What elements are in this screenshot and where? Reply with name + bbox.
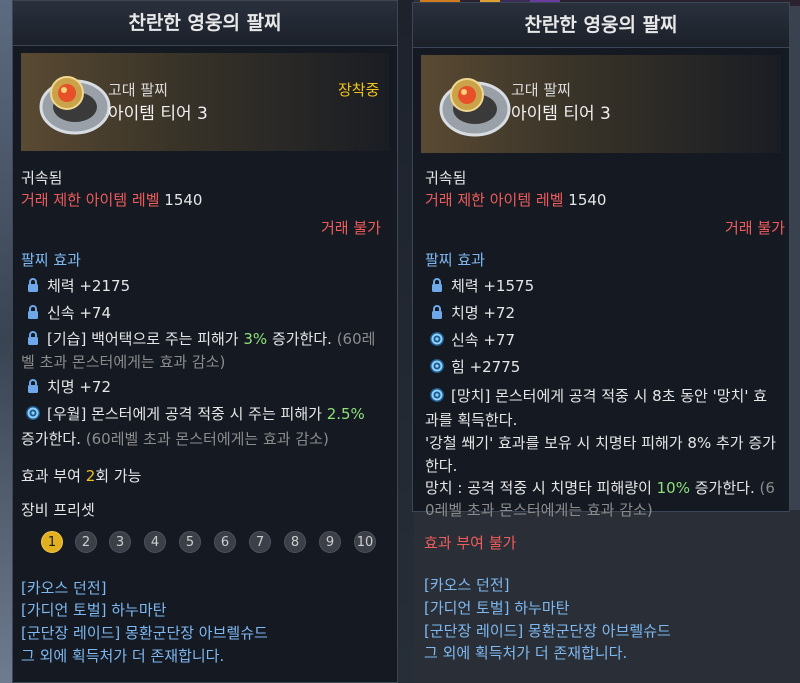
trade-level-label: 거래 제한 아이템 레벨 [21,191,160,209]
source-legion-raid[interactable]: [군단장 레이드] 몽환군단장 아브렐슈드 [21,622,268,643]
refresh-icon [429,331,445,347]
effect-strength: 힘 +2775 [451,358,521,376]
lock-icon [429,277,445,293]
preset-button-4[interactable]: 4 [144,531,166,553]
effect-swiftness: 신속 +74 [47,304,112,322]
preset-button-2[interactable]: 2 [75,531,97,553]
tooltip-left: 찬란한 영웅의 팔찌 고대 팔찌 아이템 티어 3 장착중 귀속됨 거래 제한 … [12,0,398,683]
bracelet-icon [431,59,519,147]
effects-header: 팔찌 효과 [425,251,485,269]
preset-button-10[interactable]: 10 [354,531,376,553]
effect-crit: 치명 +72 [47,378,112,396]
preset-button-1[interactable]: 1 [41,531,63,553]
background-left [0,0,12,683]
trade-level-label: 거래 제한 아이템 레벨 [425,191,564,209]
bound-label: 귀속됨 [21,169,63,187]
bracelet-icon [31,57,119,145]
source-more: 그 외에 획득처가 더 존재합니다. [424,644,628,662]
effect-hammer-line6: 0레벨 초과 몬스터에게는 효과 감소) [425,501,653,519]
preset-button-3[interactable]: 3 [109,531,131,553]
preset-button-7[interactable]: 7 [249,531,271,553]
effect-grant-unavailable: 효과 부여 불가 [424,534,517,552]
lock-icon [429,304,445,320]
item-tier: 아이템 티어 3 [108,104,208,124]
refresh-icon [429,387,445,403]
effect-hammer-line3: '강철 쐐기' 효과를 보유 시 치명타 피해가 8% 추가 증가 [425,434,776,452]
effect-grant-count: 효과 부여 2회 가능 [21,467,142,485]
effects-header: 팔찌 효과 [21,251,81,269]
item-grade: 고대 팔찌 [108,81,168,99]
effect-hammer-line2: 과를 획득한다. [425,411,518,429]
item-title: 찬란한 영웅의 팔찌 [13,1,397,46]
lock-icon [25,277,41,293]
effect-superiority-line1: [우월] 몬스터에게 공격 적중 시 주는 피해가 2.5% [47,405,365,423]
effect-hammer-line1: [망치] 몬스터에게 공격 적중 시 8초 동안 '망치' 효 [451,387,768,405]
item-grade: 고대 팔찌 [511,81,571,99]
effect-hammer-line4: 한다. [425,457,458,475]
equipped-label: 장착중 [338,81,380,99]
source-more: 그 외에 획득처가 더 존재합니다. [21,647,225,665]
source-legion-raid[interactable]: [군단장 레이드] 몽환군단장 아브렐슈드 [424,620,671,641]
source-guardian-raid[interactable]: [가디언 토벌] 하누마탄 [424,597,569,618]
item-title: 찬란한 영웅의 팔찌 [413,3,789,48]
preset-header: 장비 프리셋 [21,501,95,519]
lock-icon [25,378,41,394]
effect-crit: 치명 +72 [451,304,516,322]
effect-vitality: 체력 +1575 [451,277,535,295]
preset-button-5[interactable]: 5 [179,531,201,553]
refresh-icon [25,405,41,421]
effect-hammer-line5: 망치 : 공격 적중 시 치명타 피해량이 10% 증가한다. (6 [425,479,775,497]
lock-icon [25,304,41,320]
tooltip-right: 찬란한 영웅의 팔찌 고대 팔찌 아이템 티어 3 귀속됨 거래 제한 아이템 … [412,2,790,519]
source-guardian-raid[interactable]: [가디언 토벌] 하누마탄 [21,599,166,620]
preset-button-8[interactable]: 8 [284,531,306,553]
trade-level-value: 1540 [164,191,203,209]
trade-status: 거래 불가 [725,219,785,237]
trade-status: 거래 불가 [321,219,381,237]
lock-icon [25,330,41,346]
trade-level-line: 거래 제한 아이템 레벨 1540 [425,189,606,210]
preset-button-6[interactable]: 6 [214,531,236,553]
refresh-icon [429,358,445,374]
effect-ambush-line1: [기습] 백어택으로 주는 피해가 3% 증가한다. (60레 [47,330,376,348]
source-chaos-dungeon[interactable]: [카오스 던전] [21,577,106,598]
effect-swiftness: 신속 +77 [451,331,516,349]
preset-button-9[interactable]: 9 [319,531,341,553]
bound-label: 귀속됨 [425,169,467,187]
effect-superiority-line2: 증가한다. (60레벨 초과 몬스터에게는 효과 감소) [21,430,329,448]
trade-level-line: 거래 제한 아이템 레벨 1540 [21,189,202,210]
effect-ambush-line2: 벨 초과 몬스터에게는 효과 감소) [21,353,226,371]
effect-vitality: 체력 +2175 [47,277,131,295]
trade-level-value: 1540 [568,191,607,209]
item-tier: 아이템 티어 3 [511,104,611,124]
source-chaos-dungeon[interactable]: [카오스 던전] [424,574,509,595]
